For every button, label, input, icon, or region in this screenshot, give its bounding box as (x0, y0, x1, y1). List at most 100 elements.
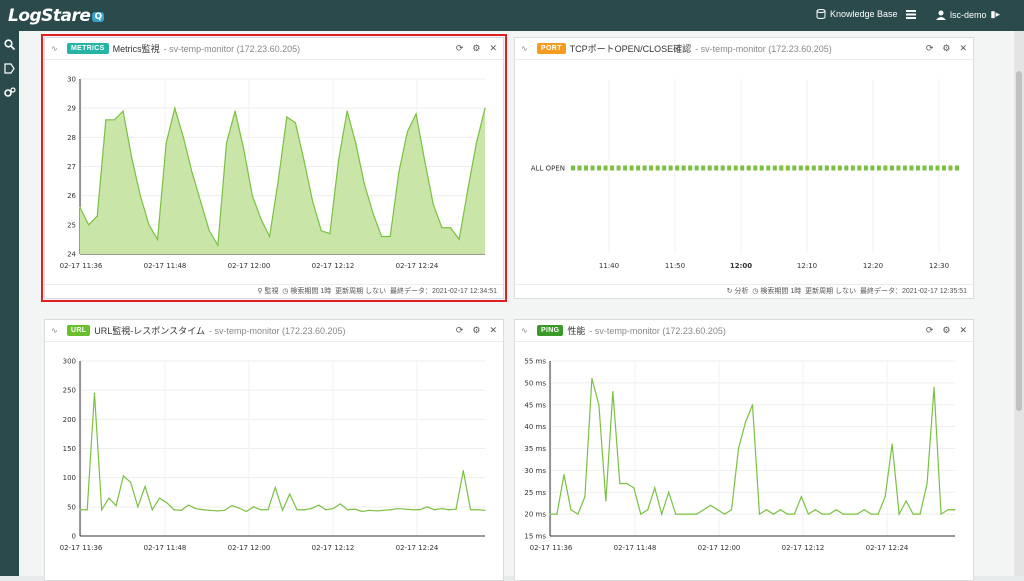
sidebar (0, 31, 19, 576)
user-menu[interactable]: lsc-demo ▮▸ (936, 9, 1000, 20)
data-point (79, 509, 81, 511)
data-point (744, 421, 747, 423)
data-point (433, 509, 435, 511)
x-tick-label: 02-17 11:36 (530, 544, 573, 552)
settings-icon[interactable]: ⚙ (942, 325, 950, 336)
data-point (86, 509, 88, 511)
close-icon[interactable]: ✕ (489, 325, 497, 336)
panel-host: - sv-temp-monitor (172.23.60.205) (695, 43, 832, 54)
knowledge-base-link[interactable]: Knowledge Base (816, 9, 898, 19)
footer-last: 最終データ：2021-02-17 12:35:51 (860, 288, 967, 295)
data-point (570, 509, 572, 511)
panel-title: TCPポートOPEN/CLOSE確認 (569, 44, 692, 54)
data-point (912, 513, 914, 515)
metrics-chart: 24 25 26 27 28 29 30 02-17 11:36 02-17 11:48 02-1… (60, 76, 486, 270)
x-tick-label: 02-17 12:00 (228, 544, 271, 552)
port-status-point (714, 165, 719, 171)
port-status-point (824, 165, 829, 171)
data-point (267, 509, 269, 511)
refresh-icon[interactable]: ⟳ (926, 43, 934, 54)
port-status-point (876, 165, 881, 171)
x-tick-label: 02-17 11:36 (60, 262, 103, 270)
refresh-icon[interactable]: ⟳ (456, 325, 464, 336)
port-status-point (818, 165, 823, 171)
x-tick-label: 12:30 (929, 262, 949, 270)
list-menu-button[interactable] (906, 9, 916, 19)
data-point (710, 504, 712, 506)
vertical-scrollbar[interactable] (1014, 31, 1024, 576)
port-status-point (603, 165, 608, 171)
x-tick-label: 02-17 12:12 (312, 262, 355, 270)
data-point (484, 107, 486, 109)
settings-icon[interactable]: ⚙ (472, 43, 480, 54)
port-status-point (883, 165, 888, 171)
data-point (231, 505, 233, 507)
data-point (245, 510, 247, 513)
panel-tag: PING (537, 325, 564, 336)
data-point (312, 200, 314, 203)
data-point (165, 142, 167, 144)
sidebar-log[interactable] (0, 57, 19, 79)
port-status-point (753, 165, 758, 171)
footer-last: 最終データ：2021-02-17 12:34:51 (390, 288, 497, 295)
panel-title: URL監視-レスポンスタイム (94, 326, 205, 336)
database-icon (816, 9, 826, 19)
data-point (419, 509, 421, 511)
panel-tag: PORT (537, 43, 566, 54)
sidebar-search[interactable] (0, 33, 19, 55)
data-point (225, 142, 228, 144)
port-status-point (636, 165, 641, 171)
port-status-point (772, 165, 777, 171)
close-icon[interactable]: ✕ (959, 325, 967, 336)
data-point (354, 508, 356, 510)
data-point (115, 505, 117, 507)
data-point (426, 506, 428, 508)
data-point (383, 509, 385, 511)
data-point (260, 509, 262, 511)
port-status-point (662, 165, 667, 171)
data-point (325, 509, 327, 511)
footer-refresh: 更新周期 しない (335, 288, 387, 295)
sidebar-settings[interactable] (0, 81, 19, 103)
app-logo[interactable]: LogStare Q (8, 6, 104, 26)
close-icon[interactable]: ✕ (959, 43, 967, 54)
data-point (556, 513, 558, 515)
data-point (277, 180, 279, 182)
port-status-point (811, 165, 816, 171)
port-status-point (590, 165, 595, 171)
logout-icon: ▮▸ (990, 9, 1000, 19)
data-point (329, 232, 331, 235)
settings-icon[interactable]: ⚙ (942, 43, 950, 54)
data-point (737, 447, 740, 450)
x-tick-label: 12:10 (797, 262, 817, 270)
panel-host: - sv-temp-monitor (172.23.60.205) (589, 325, 726, 336)
data-point (158, 497, 161, 499)
scrollbar-thumb[interactable] (1016, 71, 1022, 411)
data-point (633, 487, 635, 489)
port-status-point (720, 165, 725, 171)
y-tick-label: 0 (72, 533, 76, 541)
port-status-point (707, 165, 712, 171)
data-point (891, 443, 893, 445)
data-point (346, 110, 348, 112)
port-status-point (694, 165, 699, 171)
panel-host: - sv-temp-monitor (172.23.60.205) (163, 43, 301, 54)
port-status-point (571, 165, 575, 171)
refresh-icon[interactable]: ⟳ (926, 325, 934, 336)
data-point (289, 493, 291, 495)
y-tick-label: 15 ms (524, 533, 546, 541)
port-status-point (642, 165, 647, 171)
data-point (455, 508, 457, 510)
data-point (884, 496, 886, 498)
data-point (849, 513, 851, 515)
close-icon[interactable]: ✕ (489, 43, 497, 54)
refresh-icon[interactable]: ⟳ (456, 43, 464, 54)
data-point (252, 506, 255, 508)
port-status-point (649, 165, 654, 171)
settings-icon[interactable]: ⚙ (472, 325, 480, 336)
data-point (814, 509, 816, 511)
port-status-point (701, 165, 706, 171)
data-point (758, 513, 761, 515)
data-point (682, 513, 684, 515)
data-point (477, 509, 479, 511)
